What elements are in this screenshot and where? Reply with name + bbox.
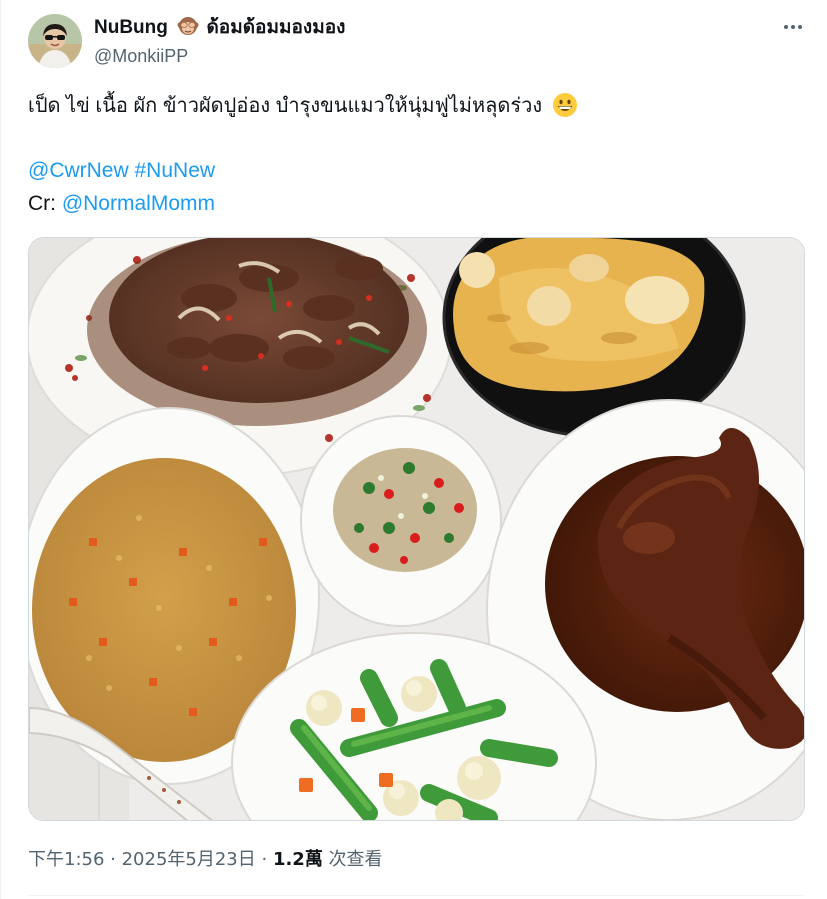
views-count: 1.2萬 [272,849,323,870]
views-label: 次查看 [322,849,383,870]
chili-sauce-bowl [300,415,502,627]
more-dot-icon [784,25,788,29]
credit-prefix: Cr: [28,192,62,215]
more-options-button[interactable] [776,12,810,42]
food-photo-illustration [29,238,804,820]
tweet-text: เป็ด ไข่ เนื้อ ผัก ข้าวผัดปูอ่อง บำรุงขน… [28,91,578,121]
tweet-time[interactable]: 下午1:56 [28,849,104,870]
meta-separator: · [104,849,122,870]
more-dot-icon [791,25,795,29]
metadata-divider [28,895,804,896]
mention-link[interactable]: @CwrNew [28,159,129,182]
see-no-evil-monkey-icon [177,15,199,37]
tweet-date[interactable]: 2025年5月23日 [122,849,256,870]
tweet-metadata: 下午1:56 · 2025年5月23日 · 1.2萬 次查看 [28,847,383,873]
tweet-photo[interactable] [28,237,805,821]
author-avatar[interactable] [28,14,82,68]
author-display-name[interactable]: NuBung ด้อมด้อมมองมอง [94,15,345,41]
author-handle[interactable]: @MonkiiPP [94,44,188,68]
author-name: NuBung [94,17,168,38]
tweet-body: เป็ด ไข่ เนื้อ ผัก ข้าวผัดปูอ่อง บำรุงขน… [28,95,543,117]
meta-separator: · [255,849,273,870]
author-name-suffix: ด้อมด้อมมองมอง [206,17,346,38]
tweet-card: NuBung ด้อมด้อมมองมอง @MonkiiPP เป็ด ไข่… [0,0,827,899]
grinning-face-icon [552,92,578,118]
hashtag-link[interactable]: #NuNew [135,159,216,182]
credit-mention-link[interactable]: @NormalMomm [62,192,215,215]
avatar-image [28,14,82,68]
credit-line: Cr: @NormalMomm [28,188,215,220]
timeline-divider [0,0,1,899]
tag-line: @CwrNew #NuNew [28,155,215,187]
more-dot-icon [798,25,802,29]
